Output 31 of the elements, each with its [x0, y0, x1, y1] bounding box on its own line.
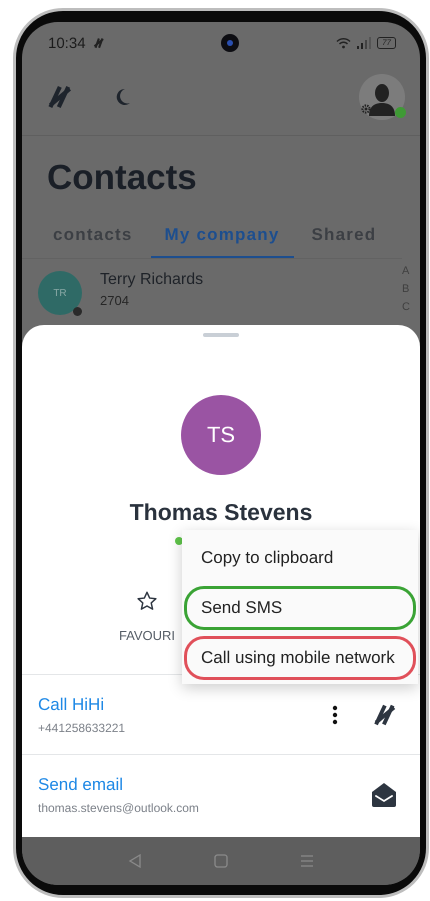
- contact-extension: 2704: [100, 293, 130, 308]
- signal-icon: [357, 37, 372, 49]
- person-silhouette-icon: [367, 82, 397, 116]
- page-title: Contacts: [46, 157, 198, 199]
- action-link[interactable]: Call HiHi: [38, 694, 298, 714]
- menu-item[interactable]: Copy to clipboard: [184, 536, 416, 580]
- action-detail: thomas.stevens@outlook.com: [38, 800, 200, 814]
- contact-name: Thomas Stevens: [130, 499, 312, 526]
- home-icon[interactable]: [214, 854, 228, 868]
- favourite-label: FAVOURI: [118, 628, 176, 643]
- menu-icon[interactable]: [300, 854, 314, 868]
- action-detail: +441258633221: [38, 720, 126, 734]
- action-link[interactable]: Send email: [38, 774, 336, 794]
- more-options-icon[interactable]: [332, 704, 338, 724]
- status-time: 10:34: [48, 34, 86, 52]
- settings-icon: [361, 104, 371, 114]
- camera-hole: [220, 34, 239, 52]
- tab[interactable]: My company: [150, 216, 294, 258]
- contact-avatar: TS: [181, 395, 261, 475]
- back-icon[interactable]: [128, 854, 142, 868]
- contact-name: Terry Richards: [100, 271, 204, 289]
- menu-item[interactable]: Call using mobile network: [184, 636, 416, 680]
- logo-icon: [92, 36, 106, 50]
- star-icon[interactable]: [136, 590, 158, 612]
- wifi-icon: [336, 37, 352, 49]
- contact-avatar[interactable]: TR: [38, 271, 82, 315]
- menu-item[interactable]: Send SMS: [184, 586, 416, 630]
- profile-avatar[interactable]: [359, 74, 405, 120]
- envelope-icon[interactable]: [370, 780, 398, 808]
- drag-handle[interactable]: [203, 333, 239, 337]
- battery-indicator: 77: [377, 37, 396, 49]
